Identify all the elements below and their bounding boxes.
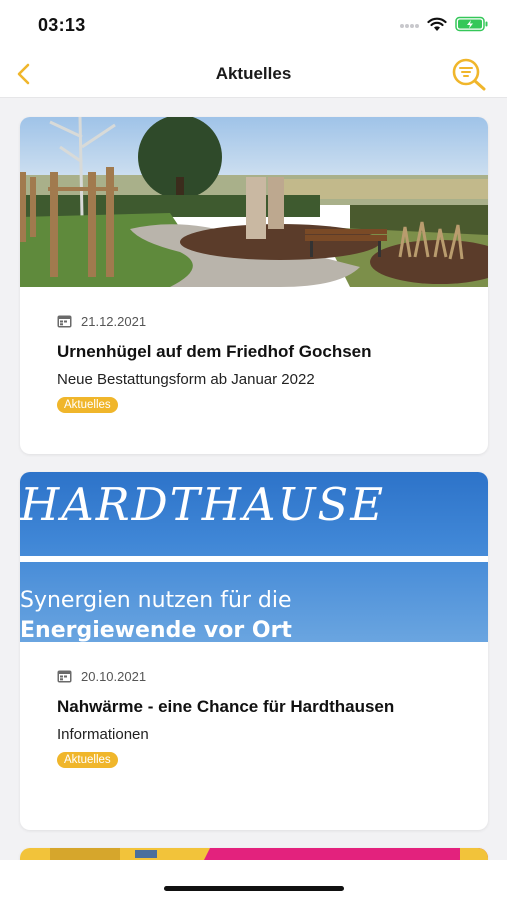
home-indicator-area — [0, 860, 507, 900]
navigation-bar: Aktuelles — [0, 50, 507, 98]
article-image — [20, 117, 488, 287]
image-divider — [20, 556, 488, 562]
cemetery-photo — [20, 117, 488, 287]
news-feed[interactable]: 21.12.2021 Urnenhügel auf dem Friedhof G… — [0, 98, 507, 860]
article-title: Urnenhügel auf dem Friedhof Gochsen — [57, 342, 372, 361]
page-title: Aktuelles — [215, 64, 292, 83]
battery-icon — [455, 16, 488, 32]
calendar-icon — [57, 315, 72, 328]
article-image: HARDTHAUSE Synergien nutzen für die Ener… — [20, 472, 488, 642]
article-image — [20, 848, 488, 860]
image-text-line1: Synergien nutzen für die — [20, 588, 292, 613]
article-subtitle: Neue Bestattungsform ab Januar 2022 — [57, 371, 315, 388]
status-bar: 03:13 — [0, 0, 507, 50]
status-icons — [399, 16, 489, 32]
news-card[interactable]: 21.12.2021 Urnenhügel auf dem Friedhof G… — [20, 117, 488, 454]
search-filter-icon — [452, 58, 486, 91]
wifi-icon — [427, 17, 447, 31]
image-headline: HARDTHAUSE — [20, 478, 386, 531]
category-badge: Aktuelles — [57, 397, 118, 413]
article-date: 20.10.2021 — [81, 669, 147, 684]
filter-search-button[interactable] — [449, 56, 489, 92]
article-subtitle: Informationen — [57, 726, 149, 743]
news-card[interactable]: HARDTHAUSE Synergien nutzen für die Ener… — [20, 472, 488, 830]
image-text-line2: Energiewende vor Ort — [20, 618, 292, 642]
category-badge: Aktuelles — [57, 752, 118, 768]
home-indicator[interactable] — [164, 886, 344, 891]
calendar-icon — [57, 670, 72, 683]
status-time: 03:13 — [38, 15, 86, 35]
article-title: Nahwärme - eine Chance für Hardthausen — [57, 697, 395, 716]
news-card[interactable] — [20, 848, 488, 860]
article-date: 21.12.2021 — [81, 314, 147, 329]
signal-icon — [400, 24, 419, 28]
